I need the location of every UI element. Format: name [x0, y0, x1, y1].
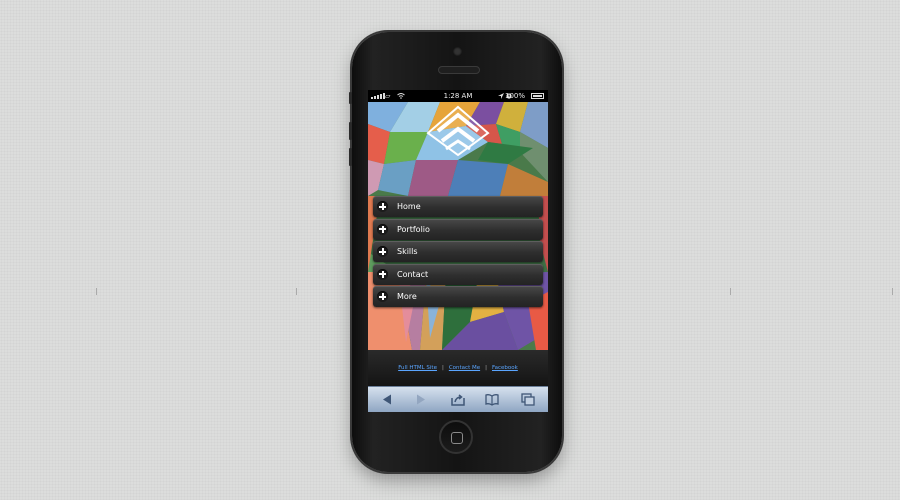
earpiece-speaker	[438, 66, 480, 74]
footer-links: Full HTML Site | Contact Me | Facebook	[368, 365, 548, 371]
browser-toolbar	[368, 386, 548, 412]
nav-item-label: Portfolio	[397, 224, 430, 234]
location-icon	[498, 93, 504, 99]
plus-icon	[377, 246, 388, 257]
back-icon[interactable]	[380, 393, 394, 406]
full-site-link[interactable]: Full HTML Site	[398, 365, 437, 371]
phone-screen: ▱ 1:28 AM 100% Home Portfolio Skills Con…	[368, 90, 548, 412]
forward-icon[interactable]	[414, 393, 428, 406]
nav-item-more[interactable]: More	[373, 286, 543, 307]
nav-item-portfolio[interactable]: Portfolio	[373, 218, 543, 240]
edge-marker-right-inner	[730, 288, 731, 295]
contact-me-link[interactable]: Contact Me	[449, 365, 480, 371]
nav-item-label: Home	[397, 202, 421, 211]
edge-marker-left-inner	[296, 288, 297, 295]
share-icon[interactable]	[451, 393, 465, 406]
edge-marker-left	[96, 288, 97, 295]
logo-icon	[426, 105, 490, 157]
footer-separator: |	[441, 365, 444, 371]
nav-item-label: Contact	[397, 269, 429, 279]
plus-icon	[377, 291, 388, 302]
nav-menu: Home Portfolio Skills Contact More	[373, 196, 543, 309]
plus-icon	[377, 201, 388, 212]
footer-separator: |	[485, 365, 487, 371]
page-footer: Full HTML Site | Contact Me | Facebook	[368, 350, 548, 386]
nav-item-skills[interactable]: Skills	[373, 241, 543, 262]
bookmarks-icon[interactable]	[485, 393, 499, 406]
mute-switch	[349, 92, 352, 104]
home-button[interactable]	[439, 420, 473, 454]
nav-item-label: More	[397, 292, 417, 301]
volume-down-button	[349, 148, 352, 166]
front-camera	[453, 47, 462, 56]
plus-icon	[377, 268, 388, 280]
volume-up-button	[349, 122, 352, 140]
iphone-frame: ▱ 1:28 AM 100% Home Portfolio Skills Con…	[349, 32, 562, 472]
nav-item-contact[interactable]: Contact	[373, 263, 543, 285]
status-bar: ▱ 1:28 AM 100%	[368, 90, 548, 102]
plus-icon	[377, 223, 388, 235]
nav-item-label: Skills	[397, 247, 418, 256]
edge-marker-right	[892, 288, 893, 295]
battery-percentage: 100%	[504, 92, 525, 100]
home-square-icon	[451, 432, 463, 444]
tabs-icon[interactable]	[521, 393, 535, 406]
nav-item-home[interactable]: Home	[373, 196, 543, 217]
battery-icon	[531, 93, 544, 99]
facebook-link[interactable]: Facebook	[492, 365, 518, 371]
